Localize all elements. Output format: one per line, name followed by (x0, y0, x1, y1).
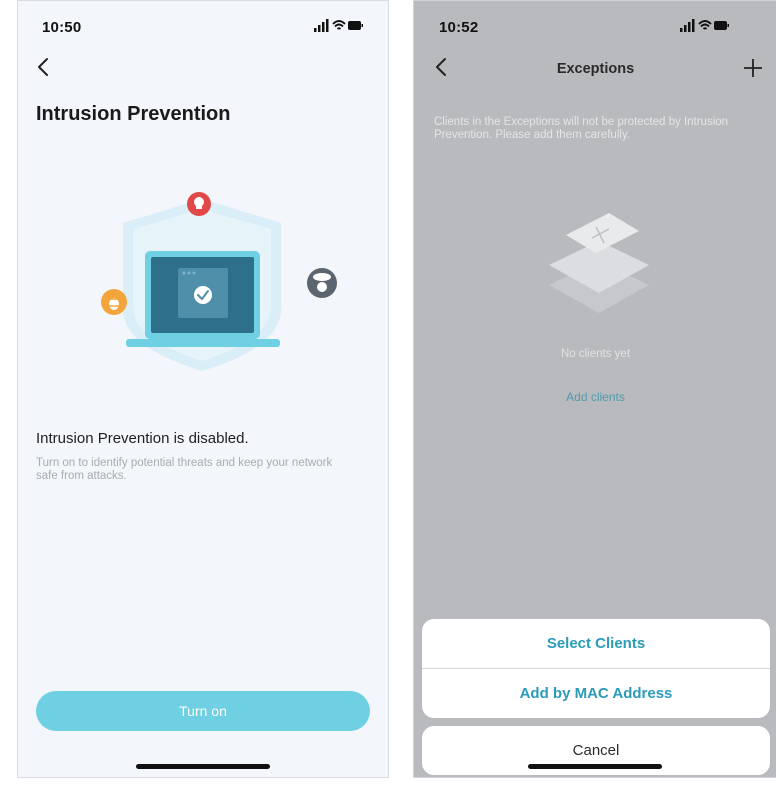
turn-on-button[interactable]: Turn on (36, 691, 370, 731)
exceptions-screen: 10:52 Exceptions Clients in the Exceptio… (413, 0, 776, 778)
spy-icon (307, 268, 337, 298)
status-icons (314, 19, 363, 32)
info-text: Clients in the Exceptions will not be pr… (434, 116, 729, 141)
status-time: 10:50 (42, 19, 82, 36)
home-indicator (528, 764, 662, 769)
add-clients-link[interactable]: Add clients (414, 390, 776, 404)
status-heading: Intrusion Prevention is disabled. (36, 430, 249, 447)
add-button[interactable] (741, 56, 765, 80)
status-description: Turn on to identify potential threats an… (36, 457, 333, 482)
home-indicator (136, 764, 270, 769)
add-by-mac-option[interactable]: Add by MAC Address (422, 669, 770, 718)
status-icons (680, 19, 729, 32)
intrusion-illustration (101, 192, 337, 371)
action-sheet: Select Clients Add by MAC Address (422, 619, 770, 718)
page-title: Intrusion Prevention (36, 103, 231, 125)
empty-state-text: No clients yet (560, 348, 631, 360)
empty-state-icon (549, 213, 649, 313)
back-button[interactable] (36, 57, 50, 77)
select-clients-option[interactable]: Select Clients (422, 619, 770, 668)
checkmark-icon (194, 286, 212, 304)
status-time: 10:52 (439, 19, 479, 36)
skull-icon (187, 192, 211, 216)
intrusion-prevention-screen: 10:50 Intrusion Prevention Intrusion Pre… (17, 0, 389, 778)
bug-icon (101, 289, 127, 315)
nav-title: Exceptions (556, 61, 635, 77)
